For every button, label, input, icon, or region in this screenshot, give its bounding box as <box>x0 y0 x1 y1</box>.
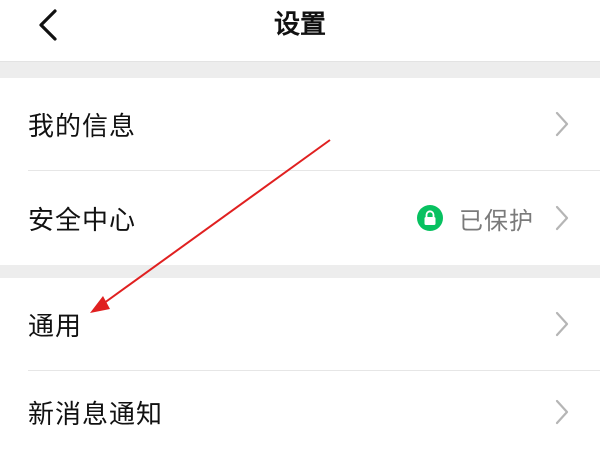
settings-group-general: 通用 新消息通知 <box>0 278 600 450</box>
chevron-right-icon <box>555 399 569 425</box>
status-text: 已保护 <box>459 206 534 235</box>
chevron-right-icon <box>555 311 569 337</box>
settings-item-general[interactable]: 通用 <box>0 278 600 370</box>
divider <box>28 370 600 371</box>
chevron-right-icon <box>555 111 569 137</box>
lock-icon <box>417 205 443 231</box>
settings-item-label: 安全中心 <box>28 205 137 236</box>
chevron-right-icon <box>555 205 569 231</box>
page-title: 设置 <box>273 10 326 40</box>
divider <box>28 170 600 171</box>
settings-item-label: 通用 <box>28 311 83 342</box>
settings-item-label: 我的信息 <box>28 111 137 142</box>
top-bar: 设置 <box>0 0 600 62</box>
settings-item-my-info[interactable]: 我的信息 <box>0 78 600 170</box>
settings-screen: 设置 我的信息 安全中心 已保护 通用 新消息通知 <box>0 0 600 450</box>
settings-item-security-center[interactable]: 安全中心 已保护 <box>0 172 600 264</box>
settings-item-new-message-notification[interactable]: 新消息通知 <box>0 372 600 450</box>
settings-item-label: 新消息通知 <box>28 399 164 430</box>
protection-status: 已保护 <box>417 201 534 236</box>
settings-group-account: 我的信息 安全中心 已保护 <box>0 78 600 265</box>
